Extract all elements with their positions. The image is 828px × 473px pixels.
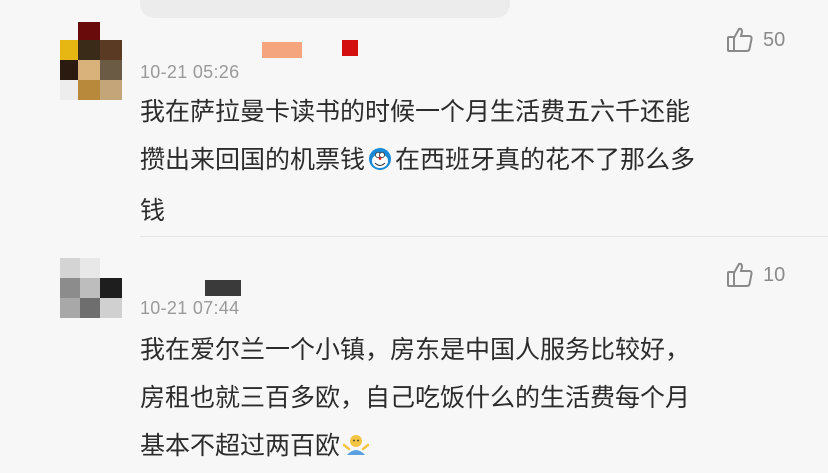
avatar[interactable]: [60, 22, 122, 100]
comment-line: 我在萨拉曼卡读书的时候一个月生活费五六千还能: [140, 97, 691, 126]
comment-text: 我在萨拉曼卡读书的时候一个月生活费五六千还能 攒出来回国的机票钱 在西班牙真的花不…: [140, 88, 800, 235]
username-redacted[interactable]: [262, 42, 302, 58]
comment-item: 10-21 07:44 10 我在爱尔兰一个小镇，房东是中国人服务比较好， 房租…: [0, 236, 828, 460]
comment-text-segment: 在西班牙真的花不了那么多: [395, 145, 696, 174]
thumbs-up-icon: [727, 262, 753, 287]
comment-line: 基本不超过两百欧: [140, 422, 800, 473]
comment-line: 房租也就三百多欧，自己吃饭什么的生活费每个月: [140, 383, 691, 412]
user-badge: [342, 40, 358, 56]
avatar[interactable]: [60, 258, 122, 336]
like-button[interactable]: 50: [725, 25, 785, 55]
comment-text-segment: 攒出来回国的机票钱: [140, 145, 366, 174]
like-count: 50: [763, 28, 786, 51]
comment-timestamp: 10-21 07:44: [140, 298, 240, 318]
comment-text: 我在爱尔兰一个小镇，房东是中国人服务比较好， 房租也就三百多欧，自己吃饭什么的生…: [140, 326, 800, 473]
shrug-emoji: [342, 425, 370, 473]
comment-line: 攒出来回国的机票钱 在西班牙真的花不了那么多: [140, 136, 800, 187]
like-button[interactable]: 10: [725, 260, 785, 290]
like-count: 10: [763, 263, 786, 286]
thumbs-up-icon: [727, 27, 753, 52]
comment-timestamp: 10-21 05:26: [140, 62, 240, 82]
comment-line: 钱: [140, 196, 166, 225]
doraemon-face-emoji: [368, 139, 392, 187]
comment-text-segment: 基本不超过两百欧: [140, 431, 341, 460]
username-redacted[interactable]: [205, 280, 241, 296]
comment-line: 我在爱尔兰一个小镇，房东是中国人服务比较好，: [140, 335, 691, 364]
comment-item: 10-21 05:26 50 我在萨拉曼卡读书的时候一个月生活费五六千还能 攒出…: [0, 0, 828, 236]
